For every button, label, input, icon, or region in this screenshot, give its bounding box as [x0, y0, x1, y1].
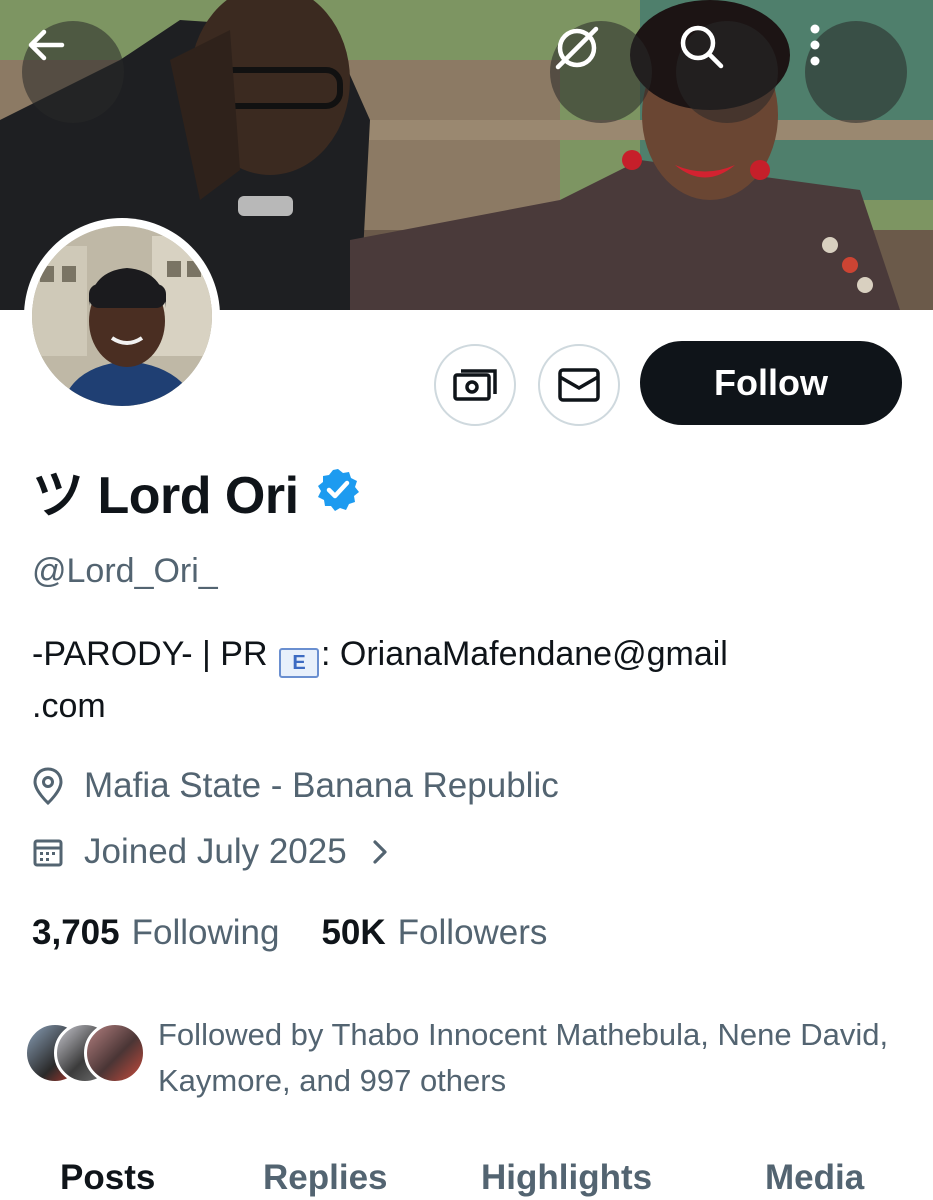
following-stat[interactable]: 3,705 Following	[32, 913, 279, 953]
follower-avatar	[84, 1022, 146, 1084]
verified-badge-icon[interactable]	[315, 467, 361, 513]
avatar-photo	[32, 226, 212, 406]
message-button[interactable]	[538, 344, 620, 426]
joined-row[interactable]: Joined July 2025	[32, 828, 411, 876]
tab-replies[interactable]: Replies	[263, 1158, 388, 1198]
followers-label: Followers	[397, 913, 548, 952]
name-row: ツ Lord Ori	[32, 458, 361, 525]
following-count: 3,705	[32, 913, 120, 952]
followers-count: 50K	[321, 913, 386, 952]
follower-facepile	[24, 1022, 148, 1084]
email-emoji-icon: E	[279, 648, 319, 678]
following-label: Following	[131, 913, 280, 952]
location-pin-icon	[33, 767, 63, 806]
followed-by-text: Followed by Thabo Innocent Mathebula, Ne…	[158, 1017, 889, 1098]
tab-media[interactable]: Media	[765, 1158, 864, 1198]
bio-text-prefix: -PARODY- | PR	[32, 635, 277, 673]
username-handle: @Lord_Ori_	[32, 552, 218, 590]
bio: -PARODY- | PR E: OrianaMafendane@gmail .…	[32, 628, 892, 732]
tip-button[interactable]	[434, 344, 516, 426]
money-icon	[453, 369, 497, 401]
bio-text-suffix: : OrianaMafendane@gmail	[321, 635, 728, 673]
grok-button[interactable]	[550, 21, 652, 123]
bio-text-suffix-line2: .com	[32, 687, 106, 725]
more-vertical-icon	[810, 24, 820, 66]
profile-page: Follow ツ Lord Ori @Lord_Ori_ -PARODY- | …	[0, 0, 933, 1200]
followed-by[interactable]: Followed by Thabo Innocent Mathebula, Ne…	[24, 1012, 904, 1104]
chevron-right-icon	[373, 840, 387, 864]
location-row: Mafia State - Banana Republic	[32, 762, 559, 810]
tab-highlights[interactable]: Highlights	[481, 1158, 652, 1198]
calendar-icon	[33, 839, 63, 867]
back-button[interactable]	[22, 21, 124, 123]
more-button[interactable]	[805, 21, 907, 123]
search-button[interactable]	[676, 21, 778, 123]
slashed-circle-icon	[555, 26, 599, 70]
profile-tabs: Posts Replies Highlights Media	[0, 1158, 933, 1200]
tab-posts[interactable]: Posts	[60, 1158, 155, 1198]
arrow-left-icon	[28, 29, 65, 61]
location-text: Mafia State - Banana Republic	[84, 766, 559, 805]
envelope-icon	[558, 368, 600, 402]
followers-stat[interactable]: 50K Followers	[321, 913, 547, 953]
avatar[interactable]	[24, 218, 220, 414]
follow-button[interactable]: Follow	[640, 341, 902, 425]
follow-stats: 3,705 Following 50K Followers	[32, 908, 547, 958]
search-icon	[680, 25, 724, 69]
joined-text: Joined July 2025	[84, 832, 347, 871]
display-name: ツ Lord Ori	[32, 466, 299, 525]
